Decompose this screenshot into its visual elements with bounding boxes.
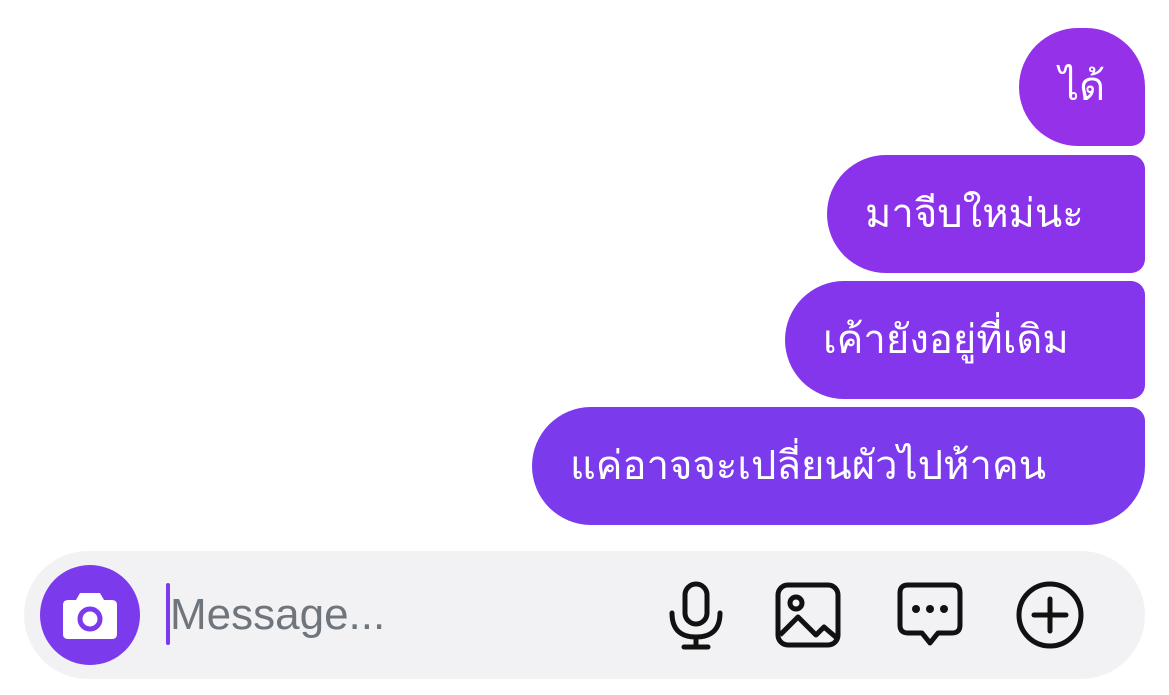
sent-message-bubble[interactable]: มาจีบใหม่นะ bbox=[827, 155, 1145, 273]
add-button[interactable] bbox=[1014, 579, 1086, 651]
message-input[interactable] bbox=[170, 579, 630, 651]
camera-icon bbox=[63, 593, 117, 639]
plus-circle-icon bbox=[1016, 581, 1084, 649]
chat-bubble-icon bbox=[897, 582, 963, 646]
gallery-button[interactable] bbox=[772, 579, 844, 651]
camera-button[interactable] bbox=[40, 565, 140, 665]
message-composer bbox=[24, 551, 1145, 679]
voice-message-button[interactable] bbox=[660, 579, 732, 651]
sent-message-bubble[interactable]: แค่อาจจะเปลี่ยนผัวไปห้าคน bbox=[532, 407, 1145, 525]
sent-message-bubble[interactable]: เค้ายังอยู่ที่เดิม bbox=[785, 281, 1145, 399]
sticker-chat-button[interactable] bbox=[894, 579, 966, 651]
microphone-icon bbox=[669, 581, 723, 650]
image-icon bbox=[775, 582, 841, 648]
sent-message-bubble[interactable]: ได้ bbox=[1019, 28, 1145, 146]
